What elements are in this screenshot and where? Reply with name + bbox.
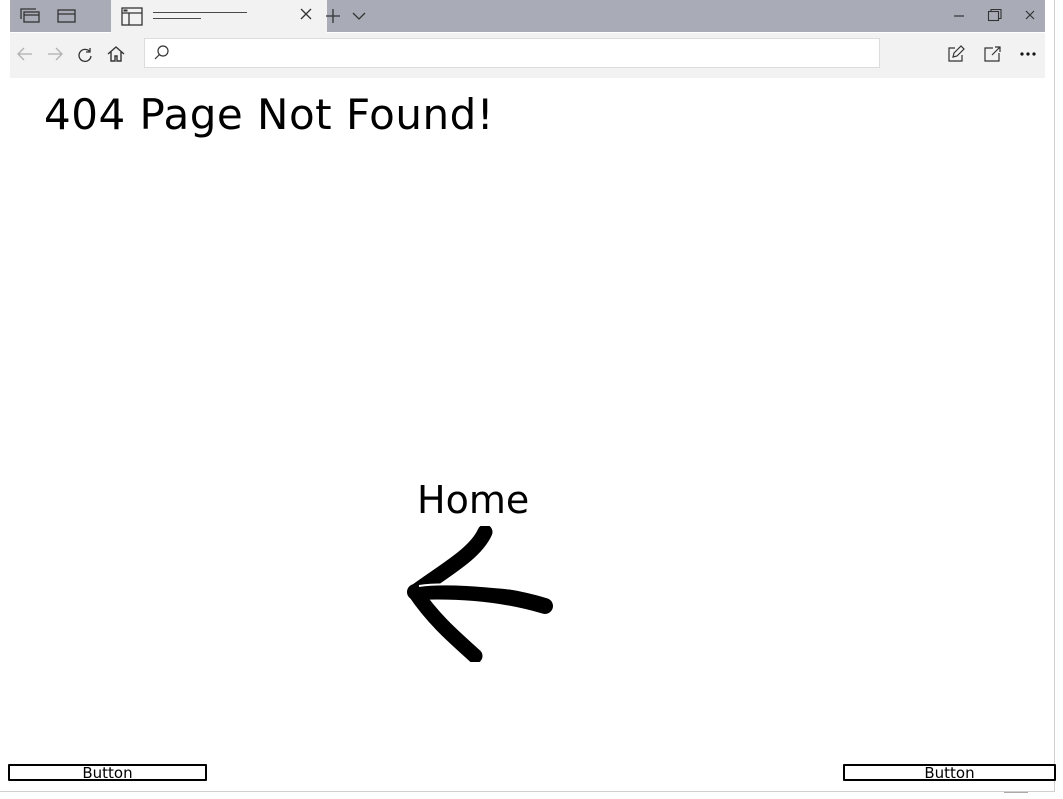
page-icon	[121, 7, 143, 31]
search-icon	[153, 44, 171, 66]
arrow-left-icon[interactable]	[14, 44, 36, 64]
address-bar[interactable]	[144, 38, 880, 68]
home-label: Home	[417, 478, 530, 522]
chevron-down-icon[interactable]	[348, 6, 370, 26]
restore-icon[interactable]	[987, 8, 1003, 26]
arrow-left-icon	[407, 526, 553, 662]
tab-active[interactable]	[111, 0, 327, 33]
right-button[interactable]: Button	[843, 764, 1056, 781]
share-icon[interactable]	[982, 44, 1004, 64]
window-border	[1054, 0, 1055, 792]
resize-grip[interactable]	[1004, 792, 1028, 793]
window-icon[interactable]	[56, 6, 78, 26]
more-icon[interactable]	[1017, 44, 1039, 64]
tabs-icon[interactable]	[20, 6, 42, 26]
close-icon[interactable]	[1023, 8, 1037, 26]
window-border	[0, 791, 1055, 792]
plus-icon[interactable]	[322, 6, 344, 26]
tab-title-placeholder	[153, 12, 247, 13]
minimize-icon[interactable]	[952, 8, 966, 26]
left-button[interactable]: Button	[8, 764, 207, 781]
pen-icon[interactable]	[945, 44, 967, 64]
arrow-right-icon[interactable]	[44, 44, 66, 64]
home-icon[interactable]	[105, 44, 127, 64]
page-title: 404 Page Not Found!	[44, 90, 495, 139]
close-icon[interactable]	[299, 7, 313, 24]
tab-strip	[10, 0, 1045, 33]
home-link[interactable]: Home	[405, 478, 555, 664]
refresh-icon[interactable]	[74, 45, 96, 65]
browser-toolbar	[10, 33, 1045, 78]
tab-title-placeholder	[153, 18, 201, 19]
